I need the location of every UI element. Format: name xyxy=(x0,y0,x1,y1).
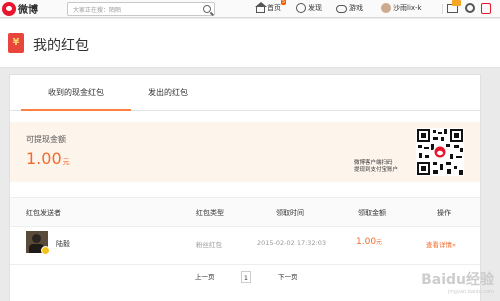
table-header: 红包发送者 红包类型 领取时间 领取金额 操作 xyxy=(10,197,480,227)
nav-game[interactable]: 游戏 xyxy=(336,3,363,13)
tab-received-cash[interactable]: 收到的现金红包 xyxy=(21,75,131,111)
search-placeholder: 大家正在搜：陌陌 xyxy=(73,7,122,14)
compose-icon[interactable] xyxy=(481,3,491,14)
home-badge: 5 xyxy=(280,0,286,5)
current-page[interactable]: 1 xyxy=(241,271,251,283)
col-type: 红包类型 xyxy=(196,209,224,217)
nav-home[interactable]: 首页 5 xyxy=(255,0,286,13)
balance-panel: 可提现金额 1.00元 微博客户端扫码 提现到支付宝账户 xyxy=(10,122,480,182)
message-badge xyxy=(452,0,461,6)
receive-amount-unit: 元 xyxy=(376,239,383,246)
col-sender: 红包发送者 xyxy=(26,209,61,217)
balance-unit: 元 xyxy=(62,158,70,166)
nav-discover[interactable]: 发现 xyxy=(296,3,322,13)
receive-amount-value: 1.00 xyxy=(356,237,377,247)
nav-game-label: 游戏 xyxy=(349,4,363,12)
red-packet-icon xyxy=(8,33,24,53)
nav-discover-label: 发现 xyxy=(308,4,322,12)
receive-time: 2015-02-02 17:32:03 xyxy=(257,239,327,247)
view-details-link[interactable]: 查看详情» xyxy=(426,239,456,249)
watermark-text: Baidu经验 xyxy=(421,272,494,288)
search-input[interactable]: 大家正在搜：陌陌 xyxy=(67,2,215,16)
packet-type: 粉丝红包 xyxy=(196,241,222,249)
gamepad-icon xyxy=(336,5,347,13)
page-title: 我的红包 xyxy=(33,38,89,54)
pagination: 上一页 1 下一页 xyxy=(10,271,480,285)
page-header: 我的红包 xyxy=(0,19,500,68)
qr-note-line2: 提现到支付宝账户 xyxy=(354,167,399,173)
balance-label: 可提现金额 xyxy=(26,135,66,144)
red-packet-panel: 收到的现金红包 发出的红包 可提现金额 1.00元 微博客户端扫码 提现到支付宝… xyxy=(9,74,481,301)
table-row: 陆毅 粉丝红包 2015-02-02 17:32:03 1.00元 查看详情» xyxy=(10,228,480,265)
gear-icon[interactable] xyxy=(465,3,475,13)
qr-code-icon xyxy=(416,128,464,176)
qr-note-line1: 微博客户端扫码 xyxy=(354,160,393,166)
tab-bar: 收到的现金红包 发出的红包 xyxy=(10,75,480,111)
col-amount: 领取金额 xyxy=(358,209,386,217)
tab-sent[interactable]: 发出的红包 xyxy=(138,75,198,111)
user-avatar xyxy=(381,3,391,13)
balance-amount: 1.00元 xyxy=(26,149,70,168)
watermark: Baidu经验 jingyan.baidu.com xyxy=(421,269,494,295)
balance-amount-value: 1.00 xyxy=(26,149,62,168)
col-time: 领取时间 xyxy=(276,209,304,217)
search-icon[interactable] xyxy=(203,5,211,13)
prev-page-button[interactable]: 上一页 xyxy=(195,271,215,283)
nav-user-label: 沙雨lix-k xyxy=(393,4,422,12)
next-page-button[interactable]: 下一页 xyxy=(278,271,298,283)
nav-home-label: 首页 xyxy=(267,4,281,12)
weibo-logo-icon xyxy=(2,1,16,16)
nav-divider xyxy=(442,4,443,14)
weibo-logo[interactable]: 微博 xyxy=(2,1,38,16)
col-action: 操作 xyxy=(437,209,451,217)
receive-amount: 1.00元 xyxy=(356,237,382,247)
top-nav-bar: 微博 大家正在搜：陌陌 首页 5 发现 游戏 沙雨lix-k xyxy=(0,0,500,18)
home-icon xyxy=(255,2,267,13)
qr-note: 微博客户端扫码 提现到支付宝账户 xyxy=(354,160,398,174)
verified-badge-icon xyxy=(41,246,50,255)
sender-name[interactable]: 陆毅 xyxy=(56,239,70,249)
nav-user[interactable]: 沙雨lix-k xyxy=(381,3,422,13)
watermark-sub: jingyan.baidu.com xyxy=(447,289,494,295)
compass-icon xyxy=(296,3,306,13)
logo-text: 微博 xyxy=(18,5,38,16)
